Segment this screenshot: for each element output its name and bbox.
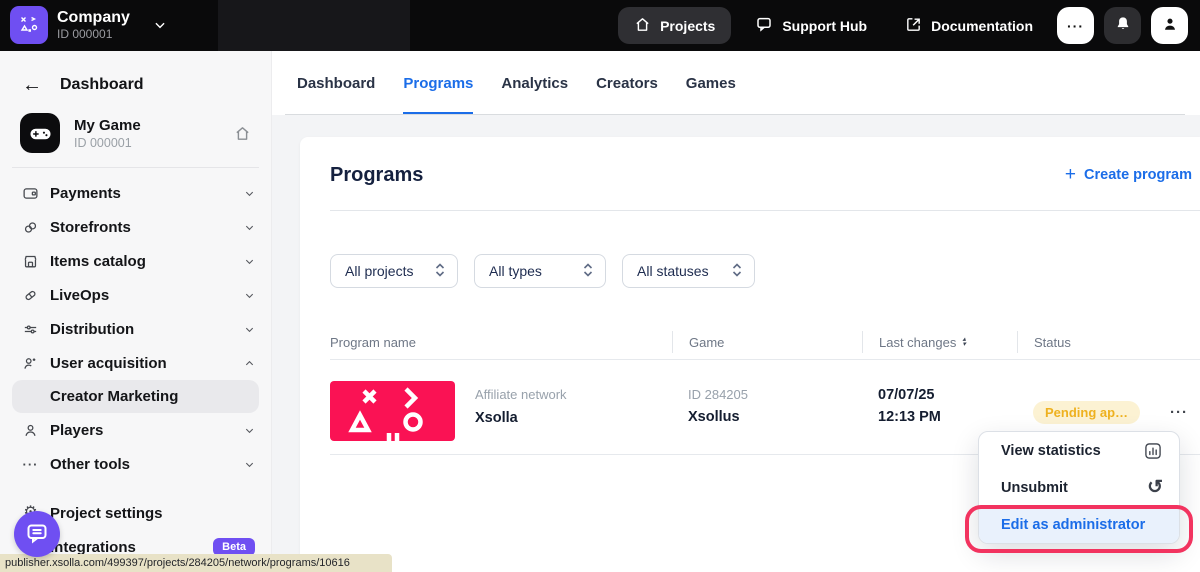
storefront-icon [22, 219, 39, 236]
menu-item-unsubmit[interactable]: Unsubmit ↺ [979, 469, 1179, 506]
bar-chart-icon [1143, 441, 1163, 461]
divider [330, 210, 1200, 211]
chevron-updown-icon [583, 263, 593, 280]
more-menu-button[interactable]: ··· [1057, 7, 1094, 44]
notifications-button[interactable] [1104, 7, 1141, 44]
program-name: Xsolla [475, 409, 567, 427]
catalog-icon [22, 253, 39, 270]
game-id: ID 000001 [74, 135, 141, 151]
plus-icon: + [1065, 166, 1076, 184]
user-plus-icon [22, 355, 39, 372]
program-logo [330, 381, 455, 441]
status-badge: Pending ap… [1033, 401, 1140, 424]
row-actions-button[interactable]: ··· [1170, 401, 1188, 424]
chat-lines-icon [25, 521, 49, 548]
tab-games[interactable]: Games [686, 51, 736, 115]
page-title: Programs [330, 164, 423, 187]
sliders-icon [22, 321, 39, 338]
back-to-dashboard[interactable]: ← Dashboard [0, 51, 271, 95]
sidebar-item-creator-marketing[interactable]: Creator Marketing [12, 380, 259, 413]
home-icon [634, 16, 651, 36]
company-logo-icon [10, 6, 48, 44]
chevron-updown-icon [732, 263, 742, 280]
top-navigation: Projects Support Hub Documentation ··· [618, 0, 1188, 51]
chat-widget-button[interactable] [14, 511, 60, 557]
menu-item-view-statistics[interactable]: View statistics [979, 432, 1179, 469]
chevron-down-icon [244, 188, 255, 199]
support-hub-button[interactable]: Support Hub [741, 7, 881, 44]
context-menu: View statistics Unsubmit ↺ Edit as admin… [978, 431, 1180, 544]
back-arrow-icon: ← [22, 75, 42, 95]
person-icon [1161, 15, 1179, 36]
program-category: Affiliate network [475, 387, 567, 403]
sidebar: ← Dashboard My Game ID 000001 Payments [0, 51, 272, 572]
chevron-down-icon [153, 18, 167, 32]
tab-programs[interactable]: Programs [403, 51, 473, 115]
sidebar-nav: Payments Storefronts Items catalog [0, 176, 271, 564]
undo-icon: ↺ [1147, 478, 1163, 497]
chevron-down-icon [244, 222, 255, 233]
person-icon [22, 422, 39, 439]
sidebar-item-user-acquisition[interactable]: User acquisition [0, 346, 271, 380]
sidebar-item-distribution[interactable]: Distribution [0, 312, 271, 346]
back-label: Dashboard [60, 76, 144, 94]
company-id: ID 000001 [57, 27, 130, 42]
dots-icon: ··· [22, 457, 39, 472]
page: Company ID 000001 Projects Support Hub [0, 0, 1200, 572]
tab-bar: Dashboard Programs Analytics Creators Ga… [272, 51, 1200, 115]
sidebar-item-payments[interactable]: Payments [0, 176, 271, 210]
tab-creators[interactable]: Creators [596, 51, 658, 115]
company-name: Company [57, 8, 130, 27]
projects-button[interactable]: Projects [618, 7, 731, 44]
external-link-icon [905, 16, 922, 36]
filter-all-types[interactable]: All types [474, 254, 606, 288]
chevron-down-icon [244, 425, 255, 436]
chevron-down-icon [244, 290, 255, 301]
change-date: 07/07/25 [878, 387, 1017, 403]
tab-dashboard[interactable]: Dashboard [297, 51, 375, 115]
bell-icon [1114, 15, 1132, 36]
filter-all-statuses[interactable]: All statuses [622, 254, 755, 288]
top-bar: Company ID 000001 Projects Support Hub [0, 0, 1200, 51]
sidebar-item-other-tools[interactable]: ··· Other tools [0, 447, 271, 481]
filters-row: All projects All types All statuses [330, 254, 755, 288]
filter-all-projects[interactable]: All projects [330, 254, 458, 288]
topbar-panel [218, 0, 410, 51]
game-id: ID 284205 [688, 387, 862, 403]
game-name: My Game [74, 116, 141, 135]
tab-analytics[interactable]: Analytics [501, 51, 568, 115]
column-program-name: Program name [330, 331, 672, 353]
column-last-changes[interactable]: Last changes ▴▾ [862, 331, 1017, 353]
sidebar-item-storefronts[interactable]: Storefronts [0, 210, 271, 244]
chevron-updown-icon [435, 263, 445, 280]
account-button[interactable] [1151, 7, 1188, 44]
documentation-button[interactable]: Documentation [891, 7, 1047, 44]
column-status: Status [1017, 331, 1200, 353]
home-icon[interactable] [234, 125, 251, 142]
sort-icon: ▴▾ [962, 337, 966, 347]
liveops-icon [22, 287, 39, 304]
divider [12, 167, 259, 168]
chevron-down-icon [244, 256, 255, 267]
current-game[interactable]: My Game ID 000001 [20, 113, 251, 153]
table-header: Program name Game Last changes ▴▾ Status [330, 325, 1200, 360]
menu-item-edit-as-administrator[interactable]: Edit as administrator [979, 506, 1179, 543]
create-program-button[interactable]: + Create program [1065, 166, 1192, 184]
ellipsis-icon: ··· [1067, 21, 1084, 31]
chevron-down-icon [244, 324, 255, 335]
sidebar-item-items-catalog[interactable]: Items catalog [0, 244, 271, 278]
sidebar-item-liveops[interactable]: LiveOps [0, 278, 271, 312]
change-time: 12:13 PM [878, 408, 1017, 426]
gamepad-icon [20, 113, 60, 153]
chevron-up-icon [244, 358, 255, 369]
status-bar-url: publisher.xsolla.com/499397/projects/284… [0, 554, 392, 572]
company-switcher[interactable]: Company ID 000001 [10, 6, 167, 44]
sidebar-item-players[interactable]: Players [0, 413, 271, 447]
chevron-down-icon [244, 459, 255, 470]
chat-bubble-icon [755, 15, 773, 36]
column-game: Game [672, 331, 862, 353]
game-name: Xsollus [688, 408, 862, 426]
wallet-icon [22, 185, 39, 202]
